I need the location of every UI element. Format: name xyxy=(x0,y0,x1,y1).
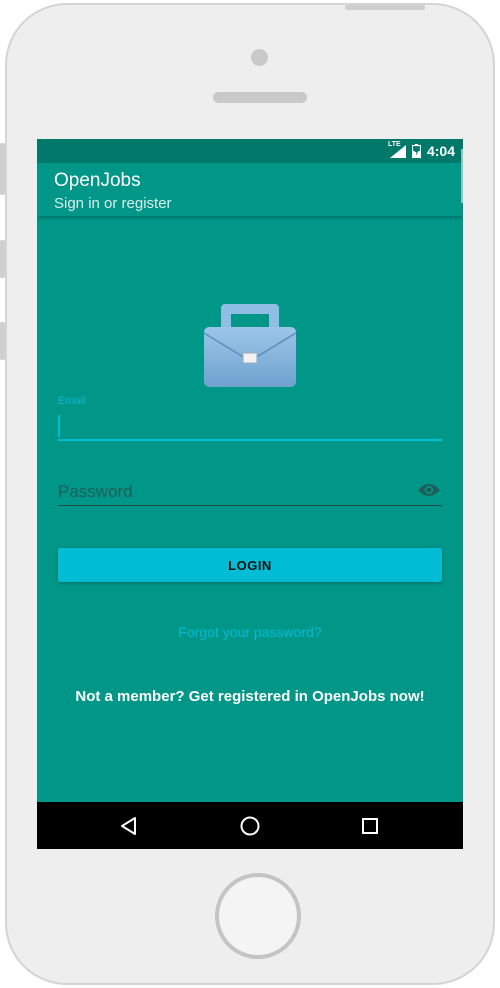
status-time: 4:04 xyxy=(426,143,455,159)
recents-square-icon[interactable] xyxy=(358,814,382,838)
status-bar: LTE 4:04 xyxy=(37,139,463,163)
front-camera xyxy=(251,49,268,66)
app-title: OpenJobs xyxy=(54,170,141,191)
scroll-indicator xyxy=(461,149,463,203)
signal-icon: LTE xyxy=(388,141,406,158)
briefcase-icon xyxy=(202,301,298,391)
navigation-bar xyxy=(37,802,463,849)
mute-switch xyxy=(0,143,5,195)
login-button[interactable]: LOGIN xyxy=(58,548,442,582)
volume-up-button xyxy=(0,240,5,278)
back-triangle-icon[interactable] xyxy=(118,814,142,838)
forgot-password-link[interactable]: Forgot your password? xyxy=(37,624,463,640)
home-circle-icon[interactable] xyxy=(238,814,262,838)
battery-charging-icon xyxy=(411,144,422,159)
eye-icon[interactable] xyxy=(417,482,441,498)
email-field[interactable] xyxy=(58,411,442,441)
app-bar: OpenJobs Sign in or register xyxy=(37,163,463,216)
earpiece-speaker xyxy=(213,92,307,103)
text-cursor xyxy=(58,415,60,437)
device-screen: LTE 4:04 OpenJobs Sign in or register Em… xyxy=(37,139,463,849)
power-button xyxy=(345,5,425,10)
app-subtitle: Sign in or register xyxy=(54,195,172,212)
password-field[interactable] xyxy=(58,478,442,506)
register-link[interactable]: Not a member? Get registered in OpenJobs… xyxy=(37,688,463,705)
volume-down-button xyxy=(0,322,5,360)
status-icons: LTE 4:04 xyxy=(388,141,455,160)
home-button[interactable] xyxy=(215,873,301,959)
email-label: Email xyxy=(58,395,86,407)
